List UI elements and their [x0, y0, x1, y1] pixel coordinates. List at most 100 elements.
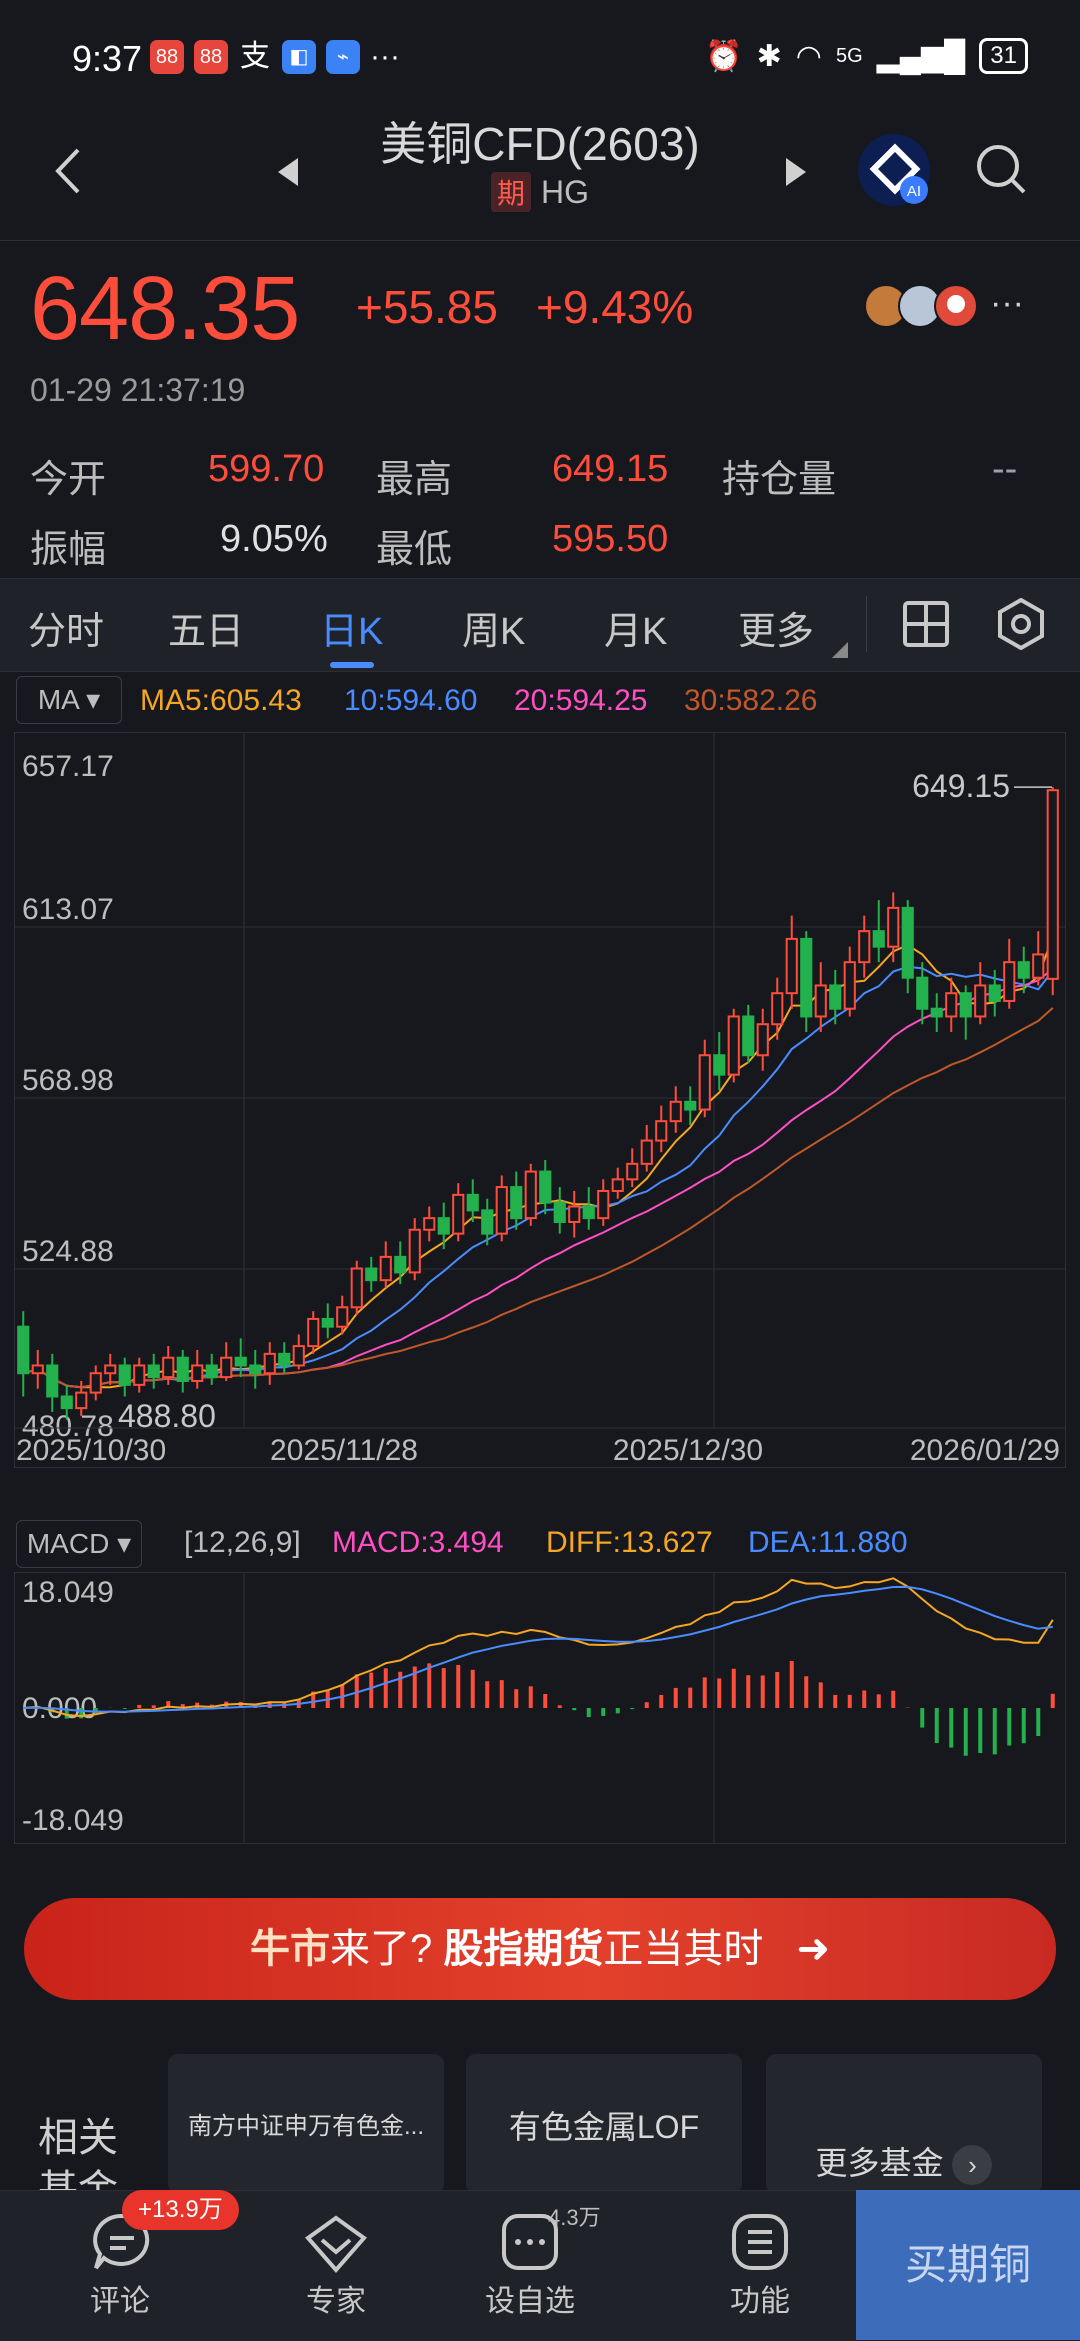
candle — [800, 931, 813, 1032]
candle-body — [75, 1391, 88, 1410]
candle-body — [263, 1352, 276, 1375]
candle — [466, 1179, 479, 1222]
ma20-value: 20:594.25 — [514, 684, 648, 717]
corner-triangle-icon — [832, 642, 848, 658]
candle — [582, 1187, 595, 1230]
diff-value: DIFF:13.627 — [546, 1526, 713, 1559]
candle — [191, 1349, 204, 1389]
candle — [901, 900, 914, 994]
tab-five-day[interactable]: 五日 — [168, 600, 244, 655]
fund-card-2[interactable]: 有色金属LOF — [466, 2054, 742, 2194]
arrow-right-icon: ➜ — [796, 1927, 830, 1971]
candle — [916, 962, 929, 1025]
nav-watchlist[interactable]: 设自选 — [470, 2276, 590, 2320]
tab-divider — [866, 596, 867, 652]
function-icon[interactable] — [728, 2210, 792, 2274]
app-notification-icon: ⌁ — [326, 40, 360, 74]
settings-icon[interactable] — [996, 598, 1046, 650]
candle-body — [858, 930, 871, 964]
candle-body — [916, 976, 929, 1010]
candle-body — [582, 1205, 595, 1220]
tab-daily-k[interactable]: 日K — [320, 600, 383, 655]
candle — [771, 977, 784, 1040]
candle-body — [945, 992, 958, 1018]
candle — [394, 1241, 407, 1285]
y-axis-label: 524.88 — [22, 1235, 114, 1268]
promo-banner[interactable]: 牛市来了? 股指期货正当其时 ➜ — [24, 1898, 1056, 2000]
ma5-value: MA5:605.43 — [140, 684, 302, 717]
banner-text-2: 来了? — [329, 1927, 433, 1971]
candle — [452, 1183, 465, 1242]
candle-body — [437, 1217, 450, 1235]
next-contract-icon[interactable] — [778, 152, 814, 192]
tab-monthly-k[interactable]: 月K — [604, 600, 667, 655]
banner-text-3: 股指期货 — [443, 1927, 604, 1971]
ma-selector[interactable]: MA ▾ — [16, 676, 122, 724]
open-label: 今开 — [30, 459, 107, 501]
nav-expert[interactable]: 专家 — [276, 2276, 396, 2320]
app-notification-icon: 88 — [194, 40, 228, 74]
status-right: ⏰ ✱ ◠ 5G ▂▄▆█ 31 — [705, 38, 1028, 74]
candle-body — [539, 1170, 552, 1204]
candle — [626, 1148, 639, 1188]
nav-comment[interactable]: 评论 — [60, 2276, 180, 2320]
last-price: 648.35 — [30, 259, 300, 359]
more-notifications: ··· — [370, 40, 400, 73]
low-value: 595.50 — [552, 518, 669, 560]
open-interest-label: 持仓量 — [722, 459, 837, 501]
alarm-icon: ⏰ — [705, 39, 743, 73]
candle — [843, 946, 856, 1017]
candle-body — [887, 906, 900, 948]
candle-body — [626, 1162, 639, 1181]
candle-body — [669, 1100, 682, 1123]
dea-value: DEA:11.880 — [748, 1526, 908, 1559]
search-icon[interactable] — [974, 142, 1028, 196]
tab-intraday[interactable]: 分时 — [28, 600, 104, 655]
macd-selector[interactable]: MACD ▾ — [16, 1520, 142, 1568]
candle-body — [423, 1217, 436, 1231]
candle-body — [959, 992, 972, 1018]
candle-body — [46, 1364, 59, 1398]
watch-count: 4.3万 — [548, 2205, 601, 2230]
expert-icon[interactable] — [304, 2214, 368, 2274]
quote-timestamp: 01-29 21:37:19 — [30, 372, 246, 408]
candlestick-chart[interactable]: 657.17613.07568.98524.88480.78649.15488.… — [14, 732, 1066, 1468]
buy-button[interactable]: 买期铜 — [856, 2190, 1080, 2340]
nav-function[interactable]: 功能 — [700, 2276, 820, 2320]
candle — [1032, 931, 1045, 986]
candle-body — [814, 984, 827, 1018]
candle-body — [713, 1054, 726, 1076]
candle — [147, 1353, 160, 1389]
candle — [959, 985, 972, 1040]
wifi-icon: ◠ — [795, 39, 822, 73]
candle-body — [104, 1364, 117, 1375]
ai-assistant-icon[interactable]: AI — [856, 132, 932, 208]
macd-chart[interactable]: 18.0490.000-18.049 — [14, 1572, 1066, 1844]
high-annotation: 649.15 — [912, 768, 1010, 804]
user-avatars[interactable] — [864, 282, 984, 330]
candle-body — [147, 1364, 160, 1379]
ma10-line — [23, 965, 1054, 1389]
candle — [814, 962, 827, 1032]
candle-body — [640, 1139, 653, 1165]
tab-weekly-k[interactable]: 周K — [462, 600, 525, 655]
candle — [249, 1349, 262, 1389]
more-icon[interactable]: ··· — [990, 284, 1024, 323]
candle-body — [800, 937, 813, 1018]
network-label: 5G — [835, 44, 863, 67]
candle — [553, 1187, 566, 1234]
candle-body — [481, 1209, 494, 1235]
candle — [829, 969, 842, 1025]
open-interest-value: -- — [992, 448, 1018, 490]
candle — [756, 1008, 769, 1071]
candle-body — [307, 1317, 320, 1348]
candle-body — [829, 984, 842, 1010]
layout-grid-icon[interactable] — [902, 600, 950, 648]
fund-card-1[interactable]: 南方中证申万有色金... — [168, 2054, 444, 2194]
fund-card-more[interactable]: 更多基金 › — [766, 2054, 1042, 2194]
candle-body — [655, 1120, 668, 1142]
tab-more[interactable]: 更多 — [738, 600, 814, 655]
chevron-right-icon: › — [952, 2145, 993, 2185]
candle-body — [988, 984, 1001, 1002]
candle — [104, 1353, 117, 1385]
